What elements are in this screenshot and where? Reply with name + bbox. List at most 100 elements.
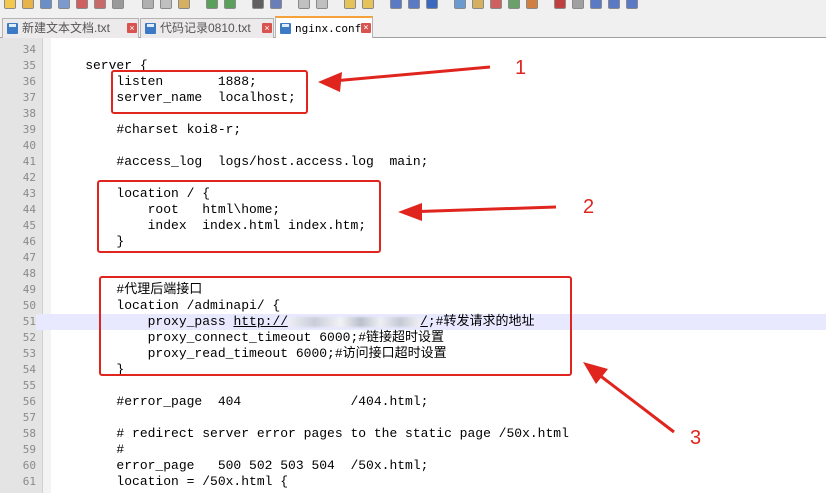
- line-number: 46: [0, 234, 36, 250]
- code-line[interactable]: 58 # redirect server error pages to the …: [0, 426, 826, 442]
- cut-icon[interactable]: [142, 0, 154, 9]
- line-number: 56: [0, 394, 36, 410]
- line-code: #charset koi8-r;: [54, 122, 241, 138]
- play-macro-icon[interactable]: [590, 0, 602, 9]
- line-number: 41: [0, 154, 36, 170]
- line-number: 43: [0, 186, 36, 202]
- line-number: 50: [0, 298, 36, 314]
- save-icon[interactable]: [40, 0, 52, 9]
- zoom-in-icon[interactable]: [298, 0, 310, 9]
- line-number: 58: [0, 426, 36, 442]
- line-number: 59: [0, 442, 36, 458]
- line-number: 48: [0, 266, 36, 282]
- folder-workspace-icon[interactable]: [508, 0, 520, 9]
- line-number: 45: [0, 218, 36, 234]
- close-all-icon[interactable]: [94, 0, 106, 9]
- line-number: 57: [0, 410, 36, 426]
- run-macro-icon[interactable]: [608, 0, 620, 9]
- annotation-box-3: [99, 276, 572, 376]
- close-file-icon[interactable]: [76, 0, 88, 9]
- lang-icon[interactable]: [454, 0, 466, 9]
- line-number: 47: [0, 250, 36, 266]
- line-number: 61: [0, 474, 36, 490]
- zoom-out-icon[interactable]: [316, 0, 328, 9]
- code-line[interactable]: 41 #access_log logs/host.access.log main…: [0, 154, 826, 170]
- line-code: # redirect server error pages to the sta…: [54, 426, 569, 442]
- code-line[interactable]: 55: [0, 378, 826, 394]
- tab-code-record[interactable]: 代码记录0810.txt ×: [140, 18, 274, 38]
- tab-label: nginx.conf: [295, 22, 362, 35]
- open-file-icon[interactable]: [22, 0, 34, 9]
- indent-guide-icon[interactable]: [426, 0, 438, 9]
- code-line[interactable]: 61 location = /50x.html {: [0, 474, 826, 490]
- new-file-icon[interactable]: [4, 0, 16, 9]
- code-line[interactable]: 40: [0, 138, 826, 154]
- code-text: #charset koi8-r;: [54, 122, 242, 137]
- record-macro-icon[interactable]: [554, 0, 566, 9]
- annotation-box-1: [111, 70, 308, 114]
- sync-vertical-icon[interactable]: [344, 0, 356, 9]
- close-icon[interactable]: ×: [127, 23, 137, 33]
- doc-map-icon[interactable]: [472, 0, 484, 9]
- copy-icon[interactable]: [160, 0, 172, 9]
- redo-icon[interactable]: [224, 0, 236, 9]
- line-code: location = /50x.html {: [54, 474, 288, 490]
- tab-label: 新建文本文档.txt: [22, 21, 111, 35]
- line-number: 44: [0, 202, 36, 218]
- line-number: 38: [0, 106, 36, 122]
- function-list-icon[interactable]: [490, 0, 502, 9]
- tab-new-text-doc[interactable]: 新建文本文档.txt ×: [2, 18, 139, 38]
- tab-bar: 新建文本文档.txt × 代码记录0810.txt × nginx.conf ×: [0, 12, 826, 38]
- code-text: #access_log logs/host.access.log main;: [54, 154, 429, 169]
- tab-nginx-conf[interactable]: nginx.conf ×: [275, 16, 373, 38]
- code-line[interactable]: 56 #error_page 404 /404.html;: [0, 394, 826, 410]
- line-number: 35: [0, 58, 36, 74]
- save-all-icon[interactable]: [58, 0, 70, 9]
- file-saved-icon: [280, 23, 291, 34]
- undo-icon[interactable]: [206, 0, 218, 9]
- code-text: # redirect server error pages to the sta…: [54, 426, 569, 441]
- word-wrap-icon[interactable]: [390, 0, 402, 9]
- code-line[interactable]: 39 #charset koi8-r;: [0, 122, 826, 138]
- line-number: 34: [0, 42, 36, 58]
- annotation-box-2: [97, 180, 381, 253]
- line-number: 52: [0, 330, 36, 346]
- close-icon[interactable]: ×: [361, 23, 371, 33]
- code-text: #: [54, 442, 125, 457]
- line-code: #error_page 404 /404.html;: [54, 394, 428, 410]
- line-number: 54: [0, 362, 36, 378]
- sync-horizontal-icon[interactable]: [362, 0, 374, 9]
- save-macro-icon[interactable]: [626, 0, 638, 9]
- code-line[interactable]: 59 #: [0, 442, 826, 458]
- code-line[interactable]: 60 error_page 500 502 503 504 /50x.html;: [0, 458, 826, 474]
- line-code: #access_log logs/host.access.log main;: [54, 154, 428, 170]
- tab-label: 代码记录0810.txt: [160, 21, 251, 35]
- code-text: #error_page 404 /404.html;: [54, 394, 429, 409]
- line-number: 40: [0, 138, 36, 154]
- line-number: 53: [0, 346, 36, 362]
- toolbar: [0, 0, 826, 12]
- line-number: 51: [0, 314, 36, 330]
- line-number: 36: [0, 74, 36, 90]
- file-saved-icon: [7, 23, 18, 34]
- line-number: 42: [0, 170, 36, 186]
- annotation-label-3: 3: [690, 427, 702, 449]
- code-line[interactable]: 34: [0, 42, 826, 58]
- paste-icon[interactable]: [178, 0, 190, 9]
- monitor-icon[interactable]: [526, 0, 538, 9]
- stop-macro-icon[interactable]: [572, 0, 584, 9]
- annotation-label-2: 2: [583, 196, 595, 218]
- code-text: error_page 500 502 503 504 /50x.html;: [54, 458, 429, 473]
- print-icon[interactable]: [112, 0, 124, 9]
- annotation-label-1: 1: [515, 57, 527, 79]
- close-icon[interactable]: ×: [262, 23, 272, 33]
- show-all-chars-icon[interactable]: [408, 0, 420, 9]
- code-line[interactable]: 57: [0, 410, 826, 426]
- replace-icon[interactable]: [270, 0, 282, 9]
- line-number: 49: [0, 282, 36, 298]
- code-text: location = /50x.html {: [54, 474, 289, 489]
- find-icon[interactable]: [252, 0, 264, 9]
- line-code: #: [54, 442, 124, 458]
- line-number: 39: [0, 122, 36, 138]
- line-code: error_page 500 502 503 504 /50x.html;: [54, 458, 428, 474]
